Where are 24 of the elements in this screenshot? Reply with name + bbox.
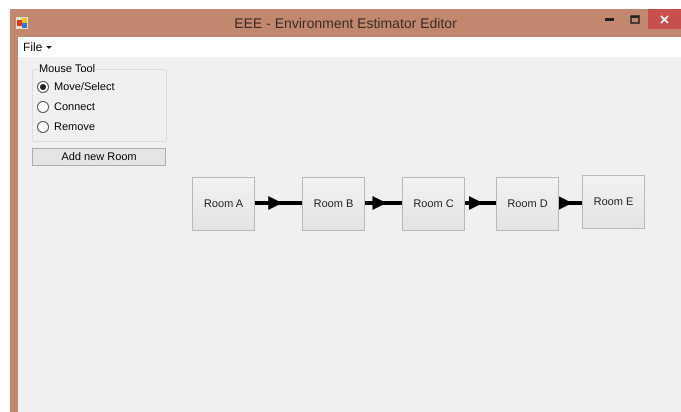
arrow-connector	[558, 196, 582, 210]
room-node[interactable]: Room B	[302, 177, 365, 231]
arrow-connector	[465, 196, 496, 210]
room-node[interactable]: Room A	[192, 177, 255, 231]
maximize-icon	[630, 14, 640, 24]
radio-button[interactable]	[37, 81, 49, 93]
close-button[interactable]	[648, 9, 681, 29]
room-node[interactable]: Room E	[582, 175, 645, 229]
radio-button[interactable]	[37, 101, 49, 113]
add-room-button[interactable]: Add new Room	[32, 148, 166, 166]
arrow-connector	[255, 196, 302, 210]
radio-button[interactable]	[37, 121, 49, 133]
app-icon	[16, 17, 28, 29]
close-icon	[660, 14, 669, 24]
radio-option[interactable]: Connect	[37, 100, 166, 114]
menu-item[interactable]: File	[22, 38, 54, 56]
radio-option[interactable]: Move/Select	[37, 80, 166, 94]
radio-option[interactable]: Remove	[37, 120, 166, 134]
window-title: EEE - Environment Estimator Editor	[234, 14, 457, 32]
caret-icon	[46, 46, 52, 48]
room-node[interactable]: Room C	[402, 177, 465, 231]
room-node[interactable]: Room D	[496, 177, 559, 231]
arrow-connector	[365, 196, 402, 210]
minimize-icon	[604, 18, 614, 20]
